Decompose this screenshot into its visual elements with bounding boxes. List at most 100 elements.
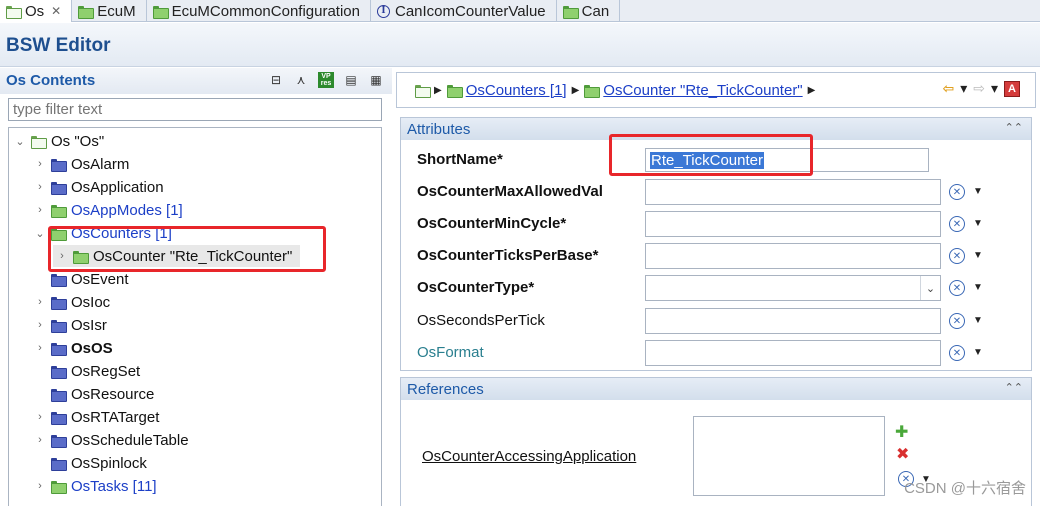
- tree-item[interactable]: › OsIoc: [35, 291, 110, 313]
- tree-item[interactable]: › OsIsr: [35, 314, 107, 336]
- folder-icon: [51, 158, 67, 172]
- collapse-icon[interactable]: ⌃⌃: [1005, 381, 1023, 394]
- ticks-per-base-input[interactable]: [645, 243, 941, 269]
- reset-icon[interactable]: ✕: [949, 280, 965, 296]
- folder-icon: [51, 342, 67, 356]
- tree-item-label: OsResource: [71, 385, 155, 403]
- breadcrumb: ▶ OsCounters [1] ▶ OsCounter "Rte_TickCo…: [396, 72, 1036, 108]
- tab-label: Os: [25, 2, 45, 20]
- folder-icon: [51, 411, 67, 425]
- collapse-icon[interactable]: ⌃⌃: [1005, 121, 1023, 134]
- chevron-down-icon[interactable]: ▼: [973, 250, 983, 261]
- breadcrumb-separator-icon: ▶: [571, 84, 580, 96]
- chevron-down-icon[interactable]: ▾: [960, 80, 967, 97]
- tree-item[interactable]: › OsApplication: [35, 176, 164, 198]
- breadcrumb-osCounters[interactable]: OsCounters [1]: [466, 82, 567, 99]
- reset-icon[interactable]: ✕: [949, 345, 965, 361]
- folder-icon: [152, 5, 169, 19]
- expand-arrow-icon[interactable]: ⌄: [15, 135, 25, 148]
- annotation-highlight: [48, 226, 326, 272]
- field-label: OsSecondsPerTick: [417, 312, 545, 329]
- accessing-application-list[interactable]: [693, 416, 885, 496]
- tree-item-label: OsTasks [11]: [71, 477, 157, 495]
- os-format-input[interactable]: [645, 340, 941, 366]
- counter-type-select[interactable]: ⌄: [645, 275, 941, 301]
- chevron-right-icon[interactable]: ›: [35, 480, 45, 492]
- back-arrow-icon[interactable]: ⇦: [942, 80, 954, 97]
- chevron-down-icon[interactable]: ▾: [991, 80, 998, 97]
- section-title: References: [407, 380, 484, 398]
- filter-input[interactable]: [8, 98, 382, 121]
- breadcrumb-osCounter[interactable]: OsCounter "Rte_TickCounter": [603, 82, 802, 99]
- tree-item[interactable]: › OsAlarm: [35, 153, 129, 175]
- chevron-right-icon[interactable]: ›: [35, 319, 45, 331]
- tab-can[interactable]: Can: [557, 0, 621, 22]
- field-label: OsCounterMaxAllowedVal: [417, 183, 603, 200]
- chevron-down-icon[interactable]: ⌄: [920, 276, 940, 300]
- tree-item[interactable]: OsSpinlock: [35, 452, 147, 474]
- seconds-per-tick-input[interactable]: [645, 308, 941, 334]
- tree-item-label: OsApplication: [71, 178, 164, 196]
- chevron-down-icon[interactable]: ▼: [973, 282, 983, 293]
- tab-os[interactable]: Os ✕: [0, 0, 73, 22]
- reset-icon[interactable]: ✕: [949, 216, 965, 232]
- vp-res-icon[interactable]: VP res: [318, 72, 334, 88]
- chevron-right-icon[interactable]: ›: [35, 411, 45, 423]
- delete-icon[interactable]: ✖: [896, 444, 909, 464]
- tree-item[interactable]: OsRegSet: [35, 360, 140, 382]
- chevron-right-icon[interactable]: ›: [35, 158, 45, 170]
- max-allowed-value-input[interactable]: [645, 179, 941, 205]
- navigation-toolbar: ⇦ ▾ ⇨ ▾ A: [942, 80, 1020, 97]
- tree-item[interactable]: › OsAppModes [1]: [35, 199, 183, 221]
- collapse-all-icon[interactable]: ⊟: [268, 72, 284, 88]
- accessing-application-link[interactable]: OsCounterAccessingApplication: [422, 448, 636, 465]
- tree-item[interactable]: › OsRTATarget: [35, 406, 159, 428]
- add-icon[interactable]: ✚: [895, 422, 908, 442]
- tree-item-label: OsEvent: [71, 270, 129, 288]
- folder-icon: [584, 84, 601, 98]
- document-icon[interactable]: ▤: [343, 72, 359, 88]
- chevron-down-icon[interactable]: ▼: [973, 347, 983, 358]
- forward-arrow-icon[interactable]: ⇨: [973, 80, 985, 97]
- info-icon: I: [377, 4, 390, 18]
- field-label: OsFormat: [417, 344, 484, 361]
- tab-label: EcuMCommonConfiguration: [171, 2, 360, 20]
- reset-icon[interactable]: ✕: [949, 313, 965, 329]
- tree-item[interactable]: › OsScheduleTable: [35, 429, 188, 451]
- expand-arrow-icon[interactable]: ⌄: [35, 227, 45, 240]
- tree-item-label: OsIoc: [71, 293, 111, 311]
- tab-ecum-common-configuration[interactable]: EcuMCommonConfiguration: [147, 0, 371, 22]
- chevron-down-icon[interactable]: ▼: [973, 315, 983, 326]
- folder-icon: [51, 181, 67, 195]
- chevron-right-icon[interactable]: ›: [35, 296, 45, 308]
- tree-item-label: OsRegSet: [71, 362, 141, 380]
- tree-item[interactable]: › OsOS: [35, 337, 113, 359]
- min-cycle-input[interactable]: [645, 211, 941, 237]
- section-title: Attributes: [407, 120, 471, 138]
- chevron-right-icon[interactable]: ›: [35, 434, 45, 446]
- attributes-section: Attributes ⌃⌃ ShortName* Rte_TickCounter…: [400, 117, 1032, 371]
- tree-item[interactable]: › OsTasks [11]: [35, 475, 157, 497]
- chevron-down-icon[interactable]: ▼: [973, 186, 983, 197]
- editor-header: BSW Editor: [0, 23, 1040, 67]
- reset-icon[interactable]: ✕: [949, 248, 965, 264]
- tree-item[interactable]: ⌄ Os "Os": [15, 130, 104, 152]
- breadcrumb-separator-icon: ▶: [807, 84, 816, 96]
- tree-item-label: OsIsr: [71, 316, 107, 334]
- field-label: OsCounterMinCycle*: [417, 215, 567, 232]
- tree-item-label: OsAlarm: [71, 155, 130, 173]
- hierarchy-icon[interactable]: ⋏: [293, 72, 309, 88]
- grid-icon[interactable]: ▦: [368, 72, 384, 88]
- tree-item[interactable]: OsResource: [35, 383, 154, 405]
- chevron-right-icon[interactable]: ›: [35, 181, 45, 193]
- watermark: CSDN @十六宿舍: [904, 480, 1026, 497]
- chevron-right-icon[interactable]: ›: [35, 342, 45, 354]
- chevron-right-icon[interactable]: ›: [35, 204, 45, 216]
- chevron-down-icon[interactable]: ▼: [973, 218, 983, 229]
- tab-ecum[interactable]: EcuM: [72, 0, 147, 22]
- reset-icon[interactable]: ✕: [949, 184, 965, 200]
- tab-label: CanIcomCounterValue: [395, 2, 546, 20]
- close-icon[interactable]: ✕: [51, 4, 61, 18]
- tab-canicom-counter-value[interactable]: I CanIcomCounterValue: [371, 0, 557, 22]
- autosar-icon[interactable]: A: [1004, 80, 1020, 97]
